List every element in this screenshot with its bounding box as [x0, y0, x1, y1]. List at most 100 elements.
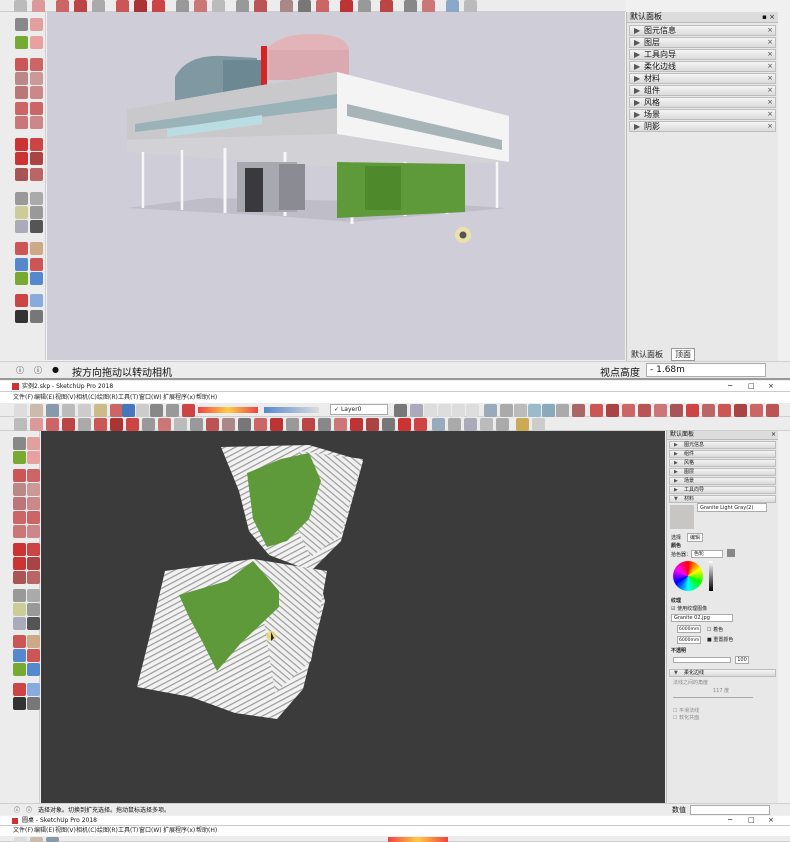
- tab-select[interactable]: 选择: [671, 534, 681, 541]
- panel-section[interactable]: ▶ 场景 ×: [629, 109, 776, 120]
- components-icon[interactable]: [432, 418, 445, 431]
- menu-file[interactable]: 文件(F): [13, 826, 33, 836]
- open-icon[interactable]: [30, 837, 43, 842]
- circle-tool-icon[interactable]: [13, 497, 26, 510]
- reset-color-button[interactable]: ■ 重置颜色: [707, 636, 733, 643]
- shadow-date-slider[interactable]: [264, 407, 319, 413]
- rotrect-tool-icon[interactable]: [30, 72, 43, 85]
- close-button[interactable]: ×: [768, 815, 774, 826]
- pie-tool-icon[interactable]: [30, 116, 43, 129]
- line-tool-icon[interactable]: [13, 469, 26, 482]
- menu-file[interactable]: 文件(F): [13, 392, 33, 403]
- pan-icon[interactable]: [222, 418, 235, 431]
- info-icon[interactable]: ⓘ: [14, 805, 20, 814]
- maximize-button[interactable]: □: [748, 381, 755, 392]
- ext10-icon[interactable]: [734, 404, 747, 417]
- ext1-icon[interactable]: [590, 404, 603, 417]
- menu-draw[interactable]: 绘图(R): [97, 392, 118, 403]
- user-icon[interactable]: ●: [52, 365, 59, 374]
- ext12-icon[interactable]: [766, 404, 779, 417]
- panel-section[interactable]: ▶ 图层: [669, 468, 776, 476]
- orbit-icon[interactable]: [206, 418, 219, 431]
- panel-section[interactable]: ▶ 柔化边线 ×: [629, 61, 776, 72]
- panel-section[interactable]: ▶ 风格 ×: [629, 97, 776, 108]
- zoom-extents-tool-icon[interactable]: [13, 663, 26, 676]
- rotrect-tool-icon[interactable]: [27, 483, 40, 496]
- walk-tool-icon[interactable]: [13, 697, 26, 710]
- pushpull-tool-icon[interactable]: [27, 543, 40, 556]
- geo-icon[interactable]: ⓘ: [26, 805, 32, 814]
- polygon-tool-icon[interactable]: [30, 86, 43, 99]
- close-button[interactable]: ×: [768, 381, 774, 392]
- rotate-tool-icon[interactable]: [15, 152, 28, 165]
- erase2-tool-icon[interactable]: [27, 451, 40, 464]
- erase2-tool-icon[interactable]: [30, 36, 43, 49]
- warehouse-icon[interactable]: [350, 418, 363, 431]
- panel-close-icon[interactable]: ▪ ×: [762, 12, 775, 22]
- height-field[interactable]: 6000mm: [677, 636, 701, 644]
- arc-tool-icon[interactable]: [15, 102, 28, 115]
- zoom-extents-tool-icon[interactable]: [15, 272, 28, 285]
- shadow-time-slider[interactable]: [198, 407, 258, 413]
- menu-tools[interactable]: 工具(T): [118, 392, 138, 403]
- line-tool-icon[interactable]: [15, 58, 28, 71]
- soften-coplanar-checkbox[interactable]: ☐ 软化共面: [673, 714, 699, 721]
- ext6-icon[interactable]: [670, 404, 683, 417]
- zoom2-tool-icon[interactable]: [30, 272, 43, 285]
- menu-help[interactable]: 帮助(H): [196, 826, 217, 836]
- redo-icon[interactable]: [136, 404, 149, 417]
- arc3-tool-icon[interactable]: [13, 525, 26, 538]
- panel-close-icon[interactable]: ×: [771, 431, 776, 439]
- panel-section[interactable]: ▼ 材料: [669, 495, 776, 503]
- tape-icon[interactable]: [174, 418, 187, 431]
- paste-icon[interactable]: [94, 404, 107, 417]
- section-icon[interactable]: [270, 418, 283, 431]
- measure-field[interactable]: - 1.68m: [646, 363, 766, 377]
- menu-help[interactable]: 帮助(H): [196, 392, 217, 403]
- cut-icon[interactable]: [62, 404, 75, 417]
- lookaround-tool-icon[interactable]: [27, 683, 40, 696]
- position-camera-icon[interactable]: [318, 418, 331, 431]
- followme-tool-icon[interactable]: [30, 152, 43, 165]
- select-icon[interactable]: [14, 418, 27, 431]
- save-icon[interactable]: [46, 837, 59, 842]
- shadow-icon[interactable]: [182, 404, 195, 417]
- tab-edit[interactable]: 编辑: [687, 533, 704, 542]
- section-tool-icon[interactable]: [30, 310, 43, 323]
- fog-icon[interactable]: [480, 418, 493, 431]
- eraser-tool-icon[interactable]: [27, 437, 40, 450]
- panel-section[interactable]: ▶ 组件: [669, 450, 776, 458]
- width-field[interactable]: 6000mm: [677, 625, 701, 633]
- hidden-icon[interactable]: [514, 404, 527, 417]
- rect-tool-icon[interactable]: [13, 483, 26, 496]
- texture-icon[interactable]: [542, 404, 555, 417]
- soften-icon[interactable]: [516, 418, 529, 431]
- protractor-tool-icon[interactable]: [13, 603, 26, 616]
- ext3-icon[interactable]: [622, 404, 635, 417]
- scale-tool-icon[interactable]: [15, 168, 28, 181]
- paint-icon[interactable]: [46, 418, 59, 431]
- material-name-field[interactable]: Granite Light Gray(2): [697, 503, 767, 512]
- freehand-tool-icon[interactable]: [27, 469, 40, 482]
- top-viewport[interactable]: [47, 12, 625, 360]
- menu-window[interactable]: 窗口(W): [139, 392, 162, 403]
- rect-tool-icon[interactable]: [15, 72, 28, 85]
- layer-select[interactable]: ✓ Layer0: [330, 404, 388, 415]
- match-photo-icon[interactable]: [496, 418, 509, 431]
- solid-icon[interactable]: [572, 404, 585, 417]
- print-icon[interactable]: [150, 404, 163, 417]
- front-view-icon[interactable]: [438, 404, 451, 417]
- save-icon[interactable]: [46, 404, 59, 417]
- pie-tool-icon[interactable]: [27, 525, 40, 538]
- paint-tool-icon[interactable]: [13, 451, 26, 464]
- zoom2-tool-icon[interactable]: [27, 663, 40, 676]
- open-icon[interactable]: [30, 404, 43, 417]
- panel-section[interactable]: ▶ 风格: [669, 459, 776, 467]
- menu-extensions[interactable]: 扩展程序(x): [163, 826, 195, 836]
- orbit-tool-icon[interactable]: [15, 242, 28, 255]
- wire-icon[interactable]: [500, 404, 513, 417]
- offset-tool-icon[interactable]: [27, 571, 40, 584]
- menu-edit[interactable]: 编辑(E): [34, 392, 54, 403]
- opacity-field[interactable]: 100: [735, 656, 749, 664]
- ext9-icon[interactable]: [718, 404, 731, 417]
